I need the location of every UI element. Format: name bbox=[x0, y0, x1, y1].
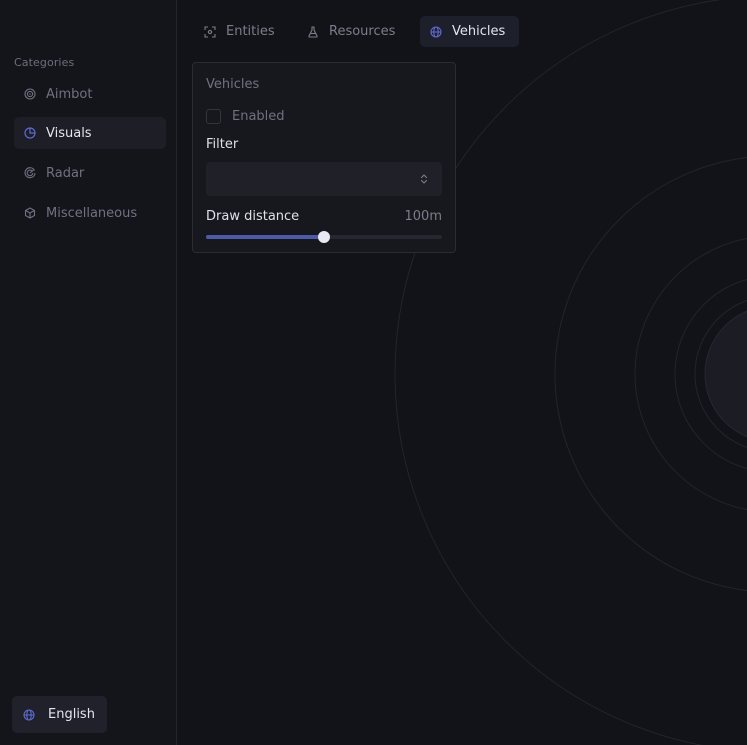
sidebar-item-label: Visuals bbox=[46, 125, 92, 141]
enabled-label: Enabled bbox=[232, 109, 285, 124]
tab-label: Entities bbox=[226, 24, 275, 39]
tab-label: Vehicles bbox=[452, 24, 506, 39]
sidebar-item-label: Radar bbox=[46, 165, 85, 181]
slider-thumb[interactable] bbox=[318, 231, 330, 243]
sidebar-item-aimbot[interactable]: Aimbot bbox=[14, 78, 166, 110]
draw-distance-value: 100m bbox=[404, 209, 442, 224]
tab-label: Resources bbox=[329, 24, 396, 39]
pie-chart-icon bbox=[24, 127, 36, 139]
tab-resources[interactable]: Resources bbox=[297, 16, 409, 47]
target-icon bbox=[24, 88, 36, 100]
sidebar-item-miscellaneous[interactable]: Miscellaneous bbox=[14, 197, 166, 229]
vehicles-settings-panel: Vehicles Enabled Filter Draw distance 10… bbox=[192, 62, 456, 253]
flask-icon bbox=[307, 25, 319, 38]
sidebar-heading: Categories bbox=[14, 56, 75, 69]
draw-distance-slider[interactable] bbox=[206, 231, 442, 243]
draw-distance-label: Draw distance bbox=[206, 209, 300, 224]
radar-icon bbox=[24, 167, 36, 179]
chevron-up-down-icon bbox=[420, 174, 428, 184]
language-label: English bbox=[48, 707, 95, 722]
cube-icon bbox=[24, 207, 36, 219]
sidebar-item-visuals[interactable]: Visuals bbox=[14, 117, 166, 149]
scan-icon bbox=[204, 25, 216, 38]
slider-fill bbox=[206, 235, 324, 239]
filter-label: Filter bbox=[206, 137, 239, 152]
enabled-checkbox[interactable] bbox=[206, 109, 221, 124]
globe-icon bbox=[430, 25, 442, 38]
globe-icon bbox=[23, 708, 35, 721]
tab-entities[interactable]: Entities bbox=[194, 16, 289, 47]
sidebar-item-radar[interactable]: Radar bbox=[14, 157, 166, 189]
sidebar: Categories Aimbot Visuals Radar Miscella… bbox=[0, 0, 177, 745]
tab-vehicles[interactable]: Vehicles bbox=[420, 16, 520, 47]
panel-title: Vehicles bbox=[206, 77, 260, 92]
app-window: Categories Aimbot Visuals Radar Miscella… bbox=[0, 0, 747, 745]
language-button[interactable]: English bbox=[12, 696, 107, 733]
sidebar-item-label: Aimbot bbox=[46, 86, 93, 102]
sidebar-item-label: Miscellaneous bbox=[46, 205, 138, 221]
filter-select[interactable] bbox=[206, 162, 442, 196]
